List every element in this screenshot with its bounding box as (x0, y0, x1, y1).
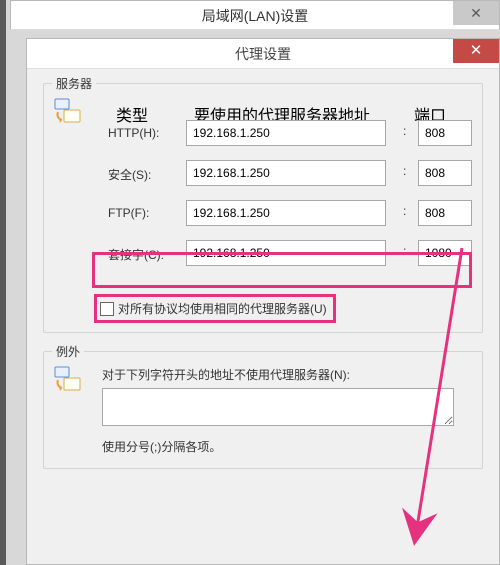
secure-label: 安全(S): (108, 166, 186, 183)
ftp-address-input[interactable] (186, 200, 386, 226)
servers-group: 服务器 类型 要使用的代理服务器地址 端口 HTTP(H): (43, 83, 483, 333)
secure-address-input[interactable] (186, 160, 386, 186)
same-for-all-row[interactable]: 对所有协议均使用相同的代理服务器(U) (94, 294, 336, 323)
dialog-titlebar: 代理设置 ✕ (27, 39, 499, 69)
ftp-port-input[interactable] (418, 200, 472, 226)
ftp-colon: : (403, 204, 406, 218)
secure-row: 安全(S): : (108, 160, 470, 200)
http-row: HTTP(H): : (108, 120, 470, 160)
http-colon: : (403, 124, 406, 138)
http-address-input[interactable] (186, 120, 386, 146)
proxy-settings-dialog: 代理设置 ✕ 服务器 类型 要使用的代理服务器地址 端口 (26, 38, 500, 565)
server-icon (54, 98, 82, 126)
http-port-input[interactable] (418, 120, 472, 146)
socks-label: 套接字(C): (108, 246, 186, 263)
socks-address-input[interactable] (186, 240, 386, 266)
parent-window-title: 局域网(LAN)设置 (11, 1, 499, 31)
exceptions-group: 例外 对于下列字符开头的地址不使用代理服务器(N): 使用分号(;)分隔各项。 (43, 351, 483, 469)
socks-colon: : (403, 244, 406, 258)
exceptions-group-label: 例外 (52, 343, 84, 360)
secure-colon: : (403, 164, 406, 178)
socks-port-input[interactable] (418, 240, 472, 266)
exceptions-textarea[interactable] (102, 388, 454, 426)
parent-titlebar: 局域网(LAN)设置 ✕ (10, 0, 500, 30)
exceptions-text: 对于下列字符开头的地址不使用代理服务器(N): (102, 366, 350, 383)
secure-port-input[interactable] (418, 160, 472, 186)
http-label: HTTP(H): (108, 126, 186, 140)
same-for-all-label: 对所有协议均使用相同的代理服务器(U) (118, 300, 327, 317)
exceptions-hint: 使用分号(;)分隔各项。 (102, 438, 221, 455)
same-for-all-checkbox[interactable] (100, 302, 114, 316)
ftp-label: FTP(F): (108, 206, 186, 220)
ftp-row: FTP(F): : (108, 200, 470, 240)
dialog-close-button[interactable]: ✕ (453, 39, 499, 63)
parent-close-button[interactable]: ✕ (453, 1, 499, 25)
dialog-title-text: 代理设置 (235, 46, 291, 62)
socks-row: 套接字(C): : (108, 240, 470, 280)
servers-group-label: 服务器 (52, 75, 96, 92)
exceptions-icon (54, 366, 82, 399)
